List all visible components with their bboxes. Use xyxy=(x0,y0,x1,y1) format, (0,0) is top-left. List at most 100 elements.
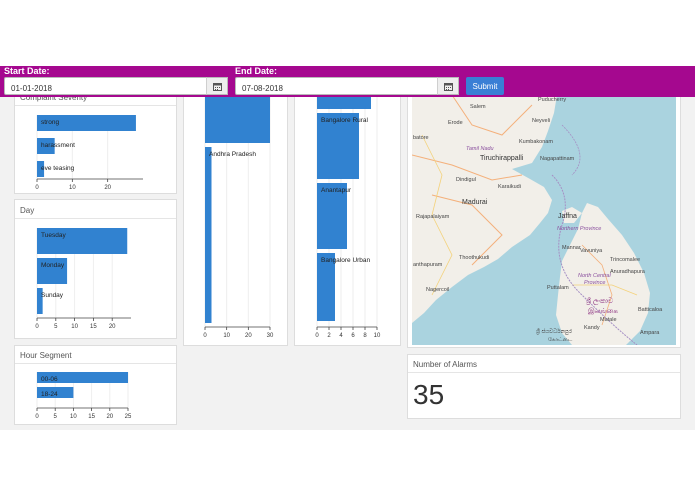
map-label-dindigul: Dindigul xyxy=(456,177,476,183)
calendar-icon xyxy=(444,83,453,91)
submit-button[interactable]: Submit xyxy=(466,77,504,95)
bar-label: Anantapur xyxy=(321,187,352,194)
tick-label: 10 xyxy=(70,414,77,420)
panel-divider xyxy=(15,363,176,364)
tick-label: 0 xyxy=(315,333,319,339)
map-label-mannar: Mannar xyxy=(562,245,581,251)
state-chart: Andhra Pradesh 0 10 20 30 xyxy=(203,95,274,339)
alarms-panel: Number of Alarms 35 xyxy=(407,354,681,419)
tick-label: 0 xyxy=(203,333,207,339)
panel-divider xyxy=(15,105,176,106)
map-label-anthapuram: anthapuram xyxy=(413,262,443,268)
map-label-neyveli: Neyveli xyxy=(532,118,551,124)
bar-label: Sunday xyxy=(41,292,64,299)
tick-label: 4 xyxy=(339,333,343,339)
hour-segment-title: Hour Segment xyxy=(20,351,72,360)
map-label-rajapalaiyam: Rajapalaiyam xyxy=(416,214,450,220)
map-label-anuradhapura: Anuradhapura xyxy=(610,269,645,275)
tick-label: 8 xyxy=(363,333,367,339)
map-label-puducherry: Puducherry xyxy=(538,97,567,103)
tick-label: 6 xyxy=(351,333,355,339)
bar-label: 18-24 xyxy=(41,391,58,398)
tick-label: 0 xyxy=(35,414,39,420)
bar[interactable] xyxy=(317,95,371,109)
map-label-nagapattinam: Nagapattinam xyxy=(540,156,575,162)
map-label-salem: Salem xyxy=(470,104,486,110)
tick-label: 0 xyxy=(35,185,39,191)
tick-label: 0 xyxy=(35,324,39,330)
tick-label: 15 xyxy=(88,414,95,420)
map-label-erode: Erode xyxy=(448,120,463,126)
map-label-batore: batore xyxy=(413,135,429,141)
bar-label: strong xyxy=(41,119,59,126)
map-label-karaikudi: Karaikudi xyxy=(498,184,521,190)
tick-label: 10 xyxy=(374,333,381,339)
end-date-input[interactable] xyxy=(235,77,439,95)
map-label-northern-province: Northern Province xyxy=(557,226,602,232)
tick-label: 5 xyxy=(54,414,58,420)
map-land xyxy=(412,95,650,345)
complaint-severity-panel: Complaint Severity strong harassment eve t… xyxy=(14,88,177,194)
start-date-label: Start Date: xyxy=(4,66,50,76)
bar[interactable] xyxy=(205,95,270,143)
tick-label: 5 xyxy=(54,324,58,330)
map-label-madurai: Madurai xyxy=(462,199,488,206)
map-label-trincomalee: Trincomalee xyxy=(610,257,641,263)
filter-bar: Start Date: End Date: Submit xyxy=(0,66,695,97)
day-chart: Tuesday Monday Sunday 0 5 10 15 20 xyxy=(35,228,131,330)
tick-label: 20 xyxy=(106,414,113,420)
map-label-vavuniya: Vavuniya xyxy=(580,248,603,254)
state-panel: Andhra Pradesh 0 10 20 30 xyxy=(183,88,288,346)
map-label-north-central: North Central xyxy=(578,273,611,279)
tick-label: 2 xyxy=(327,333,331,339)
start-date-input[interactable] xyxy=(4,77,208,95)
map-view[interactable]: Salem Puducherry Neyveli Erode Kumbakona… xyxy=(412,95,676,345)
district-chart: Bangalore Rural Anantapur Bangalore Urban 0… xyxy=(315,95,381,339)
bar-label: Andhra Pradesh xyxy=(209,151,256,158)
map-label-sri-lanka-tamil: இலங்கை xyxy=(588,308,618,315)
bar-label: Monday xyxy=(41,262,65,269)
map-label-kumbakonam: Kumbakonam xyxy=(519,139,553,145)
map-label-province: Province xyxy=(584,280,606,286)
bar-label: eve teasing xyxy=(41,165,75,172)
tick-label: 10 xyxy=(69,185,76,191)
tick-label: 20 xyxy=(109,324,116,330)
tick-label: 10 xyxy=(223,333,230,339)
panel-divider xyxy=(408,372,680,373)
end-date-calendar-button[interactable] xyxy=(437,77,459,95)
map-label-tiruchirappalli: Tiruchirappalli xyxy=(480,155,524,162)
map-label-puttalam: Puttalam xyxy=(547,285,569,291)
alarms-count: 35 xyxy=(413,379,445,410)
map-label-tamil-nadu: Tamil Nadu xyxy=(466,146,494,152)
tick-label: 20 xyxy=(245,333,252,339)
hour-segment-chart: 00-06 18-24 0 5 10 15 20 25 xyxy=(35,372,132,420)
map-label-kandy: Kandy xyxy=(584,325,600,331)
map-label-ampara: Ampara xyxy=(640,330,660,336)
map-label-batticaloa: Batticaloa xyxy=(638,307,663,313)
alarms-title: Number of Alarms xyxy=(413,360,478,369)
tick-label: 25 xyxy=(125,414,132,420)
tick-label: 15 xyxy=(90,324,97,330)
bar-label: Bangalore Rural xyxy=(321,117,369,124)
end-date-label: End Date: xyxy=(235,66,278,76)
bar-label: Bangalore Urban xyxy=(321,257,371,264)
map-label-jaffna: Jaffna xyxy=(558,213,577,220)
map-label-thoothukudi: Thoothukudi xyxy=(459,255,490,261)
complaint-severity-chart: strong harassment eve teasing 0 10 20 xyxy=(35,115,143,191)
tick-label: 30 xyxy=(267,333,274,339)
tick-label: 20 xyxy=(104,185,111,191)
day-panel: Day Tuesday Monday Sunday 0 5 10 15 20 xyxy=(14,199,177,339)
day-title: Day xyxy=(20,206,35,215)
calendar-icon xyxy=(213,83,222,91)
hour-segment-panel: Hour Segment 00-06 18-24 0 5 10 15 20 25 xyxy=(14,345,177,425)
map-label-matale: Matale xyxy=(600,317,617,323)
start-date-calendar-button[interactable] xyxy=(206,77,228,95)
panel-divider xyxy=(15,218,176,219)
map-label-sl-bottom2: கோட்டை xyxy=(548,337,573,343)
bar-label: Tuesday xyxy=(41,232,66,239)
map-label-nagercoil: Nagercoil xyxy=(426,287,450,293)
bar[interactable] xyxy=(205,147,212,323)
bar-label: 00-06 xyxy=(41,376,58,383)
tick-label: 10 xyxy=(71,324,78,330)
map-label-sl-bottom1: ශ්‍රී ජයවර්ධනපුර xyxy=(536,329,573,335)
